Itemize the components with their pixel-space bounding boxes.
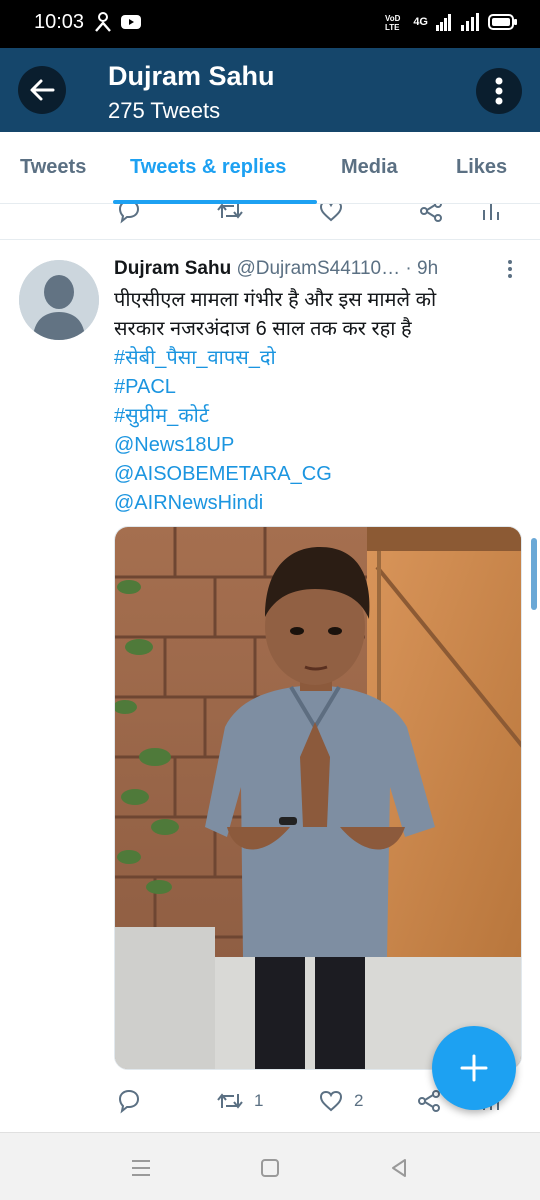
svg-text:LTE: LTE <box>385 23 400 32</box>
tweet-photo[interactable] <box>114 526 522 1070</box>
tweet-time: · 9h <box>405 258 439 279</box>
tab-tweets-and-replies[interactable]: Tweets & replies <box>130 156 286 179</box>
status-notification-icons <box>94 12 142 32</box>
hashtag-link[interactable]: #सुप्रीम_कोर्ट <box>114 402 514 431</box>
tab-media[interactable]: Media <box>341 156 398 179</box>
arrow-left-icon <box>30 79 55 101</box>
vertical-dots-icon <box>508 260 512 278</box>
share-button[interactable] <box>416 1088 442 1114</box>
author-handle[interactable]: @DujramS44110… <box>236 258 400 279</box>
profile-name: Dujram Sahu <box>108 61 275 91</box>
heart-icon <box>319 1090 343 1112</box>
tweet-count: 275 Tweets <box>108 98 221 123</box>
profile-tabs: Tweets Tweets & replies Media Likes <box>0 132 540 204</box>
status-time: 10:03 <box>34 11 85 33</box>
speech-bubble-icon <box>118 1089 140 1114</box>
photo-boy-folded-hands <box>115 527 521 1069</box>
retweet-icon <box>217 204 243 219</box>
mention-link[interactable]: @AIRNewsHindi <box>114 489 514 518</box>
battery-icon <box>488 14 517 30</box>
speech-bubble-icon <box>118 204 140 224</box>
prev-share-button[interactable] <box>418 204 444 224</box>
tweet-text-line: पीएसीएल मामला गंभीर है और इस मामले को <box>114 289 437 311</box>
tweet-text: पीएसीएल मामला गंभीर है और इस मामले को सर… <box>114 286 514 518</box>
plus-icon <box>460 1054 488 1082</box>
tweet-header: Dujram Sahu @DujramS44110… · 9h <box>114 258 494 280</box>
tab-likes[interactable]: Likes <box>456 156 507 179</box>
share-icon <box>420 204 442 222</box>
svg-text:VoD: VoD <box>385 14 401 23</box>
profile-header: Dujram Sahu 275 Tweets <box>0 48 540 132</box>
retweet-icon <box>217 1093 243 1109</box>
scrollbar-thumb[interactable] <box>531 538 537 610</box>
author-name[interactable]: Dujram Sahu <box>114 258 231 279</box>
retweet-count: 1 <box>254 1091 264 1110</box>
reply-button[interactable] <box>116 1088 142 1114</box>
more-options-button[interactable] <box>476 68 522 114</box>
status-bar: 10:03 VoD LTE 4G <box>0 0 540 48</box>
prev-reply-button[interactable] <box>116 204 142 224</box>
mention-link[interactable]: @News18UP <box>114 431 514 460</box>
bar-chart-icon <box>483 204 499 220</box>
back-nav-icon[interactable] <box>388 1157 410 1179</box>
previous-tweet-actions <box>0 204 540 240</box>
volte-icon: VoD LTE <box>385 14 401 32</box>
hashtag-link[interactable]: #PACL <box>114 373 514 402</box>
hashtag-link[interactable]: #सेबी_पैसा_वापस_दो <box>114 344 514 373</box>
heart-icon <box>319 204 343 222</box>
home-icon[interactable] <box>259 1157 281 1179</box>
prev-analytics-button[interactable] <box>480 204 502 224</box>
signal-strength-icon <box>436 14 451 31</box>
prev-retweet-button[interactable] <box>216 204 244 224</box>
tab-tweets[interactable]: Tweets <box>20 156 86 179</box>
mention-link[interactable]: @AISOBEMETARA_CG <box>114 460 514 489</box>
default-avatar-icon <box>19 260 99 340</box>
back-button[interactable] <box>18 66 66 114</box>
youtube-notification-icon <box>121 15 141 29</box>
like-button[interactable]: 2 <box>318 1088 363 1114</box>
tweet-text-line: सरकार नजरअंदाज 6 साल तक कर रहा है <box>114 318 412 340</box>
retweet-button[interactable]: 1 <box>216 1088 263 1114</box>
system-navigation-bar <box>0 1132 540 1200</box>
contacts-notification-icon <box>95 12 111 32</box>
network-type-label: 4G <box>413 16 428 28</box>
share-icon <box>418 1090 440 1112</box>
prev-like-button[interactable] <box>318 204 344 224</box>
status-system-icons: VoD LTE 4G <box>385 12 518 32</box>
compose-tweet-button[interactable] <box>432 1026 516 1110</box>
author-avatar[interactable] <box>19 260 99 340</box>
tweet-menu-button[interactable] <box>500 259 520 279</box>
recent-apps-icon[interactable] <box>130 1157 152 1179</box>
vertical-dots-icon <box>495 77 503 105</box>
like-count: 2 <box>354 1091 364 1110</box>
signal-strength-2-icon <box>461 13 479 31</box>
